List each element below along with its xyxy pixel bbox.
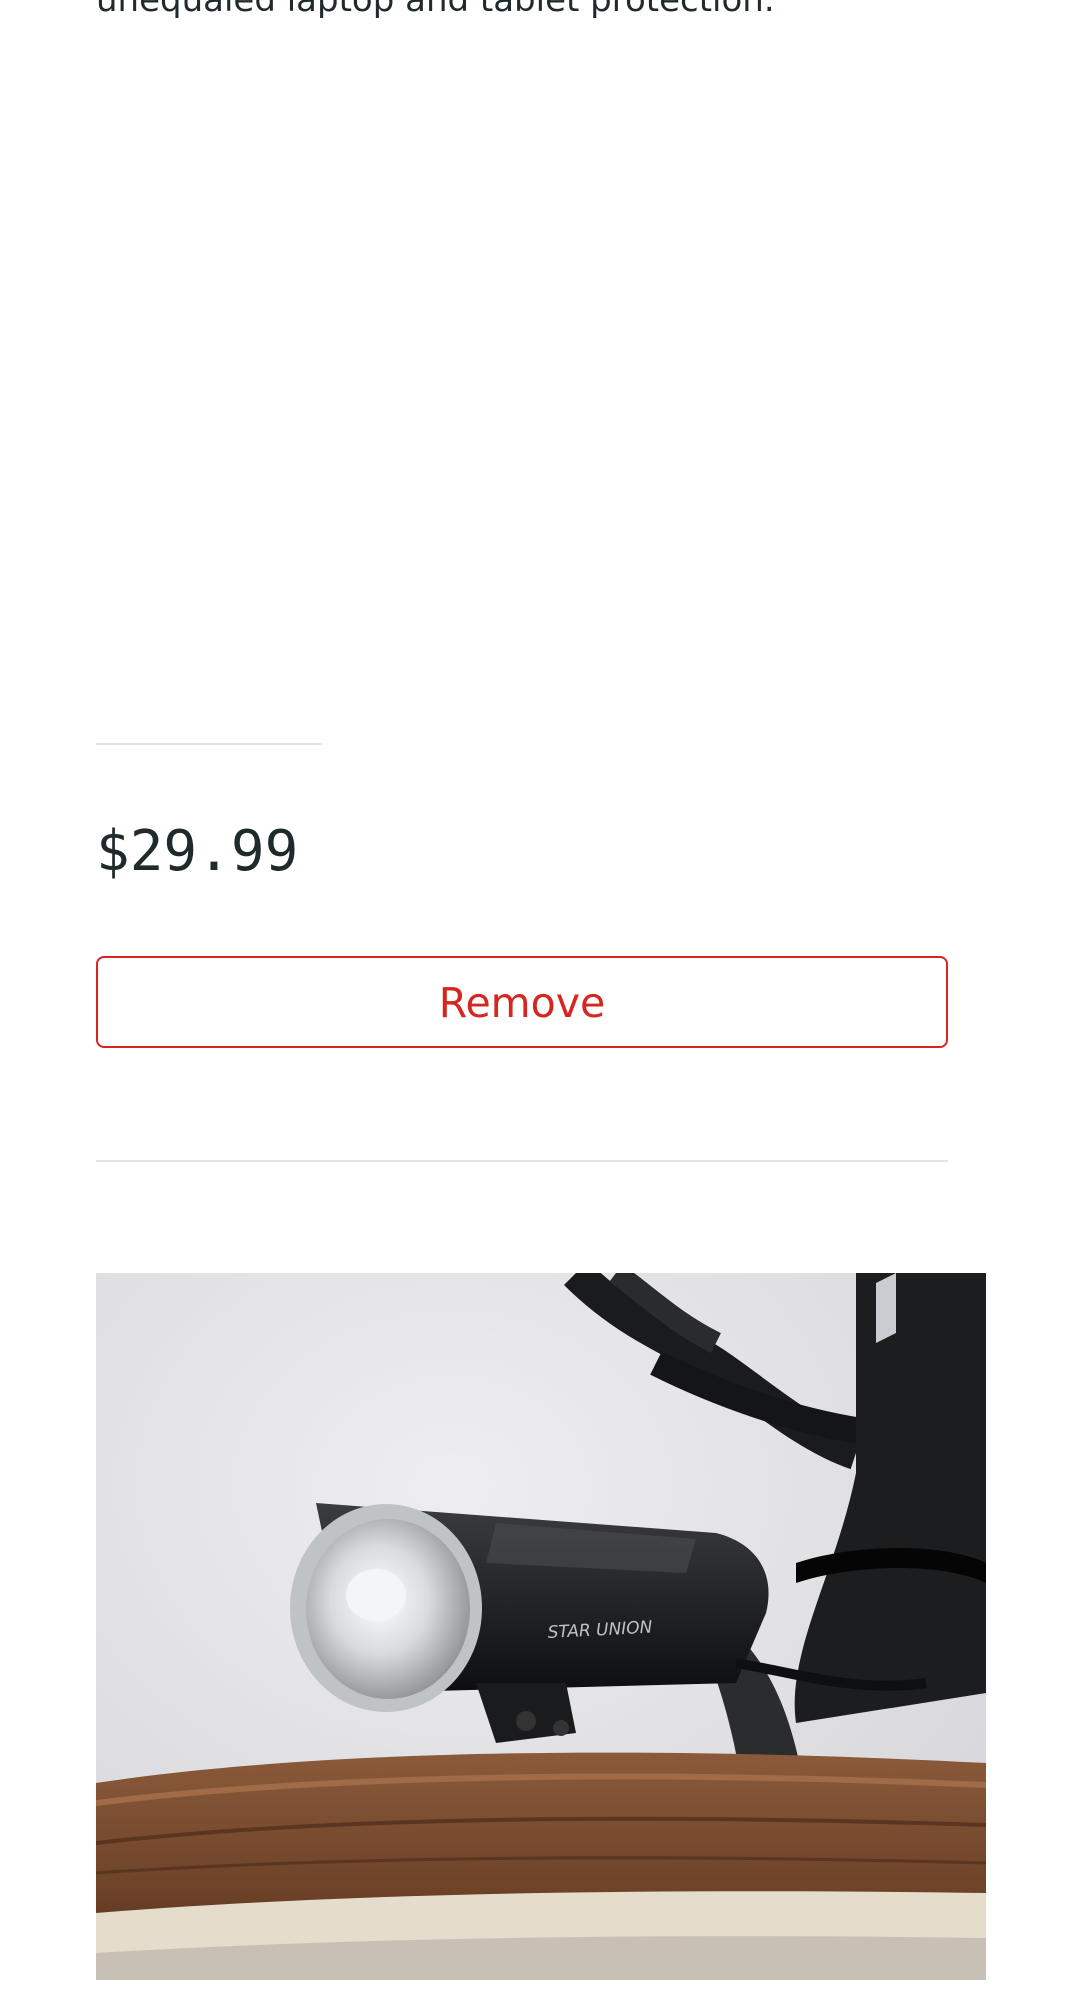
remove-button[interactable]: Remove (96, 956, 948, 1048)
product-image-headlight[interactable]: STAR UNION (96, 1273, 986, 1980)
product-price: $29.99 (96, 819, 299, 884)
description-divider (96, 743, 322, 745)
product-description: unequaled laptop and tablet protection. (96, 0, 775, 20)
item-divider (96, 1160, 948, 1162)
headlight-photo-icon: STAR UNION (96, 1273, 986, 1980)
